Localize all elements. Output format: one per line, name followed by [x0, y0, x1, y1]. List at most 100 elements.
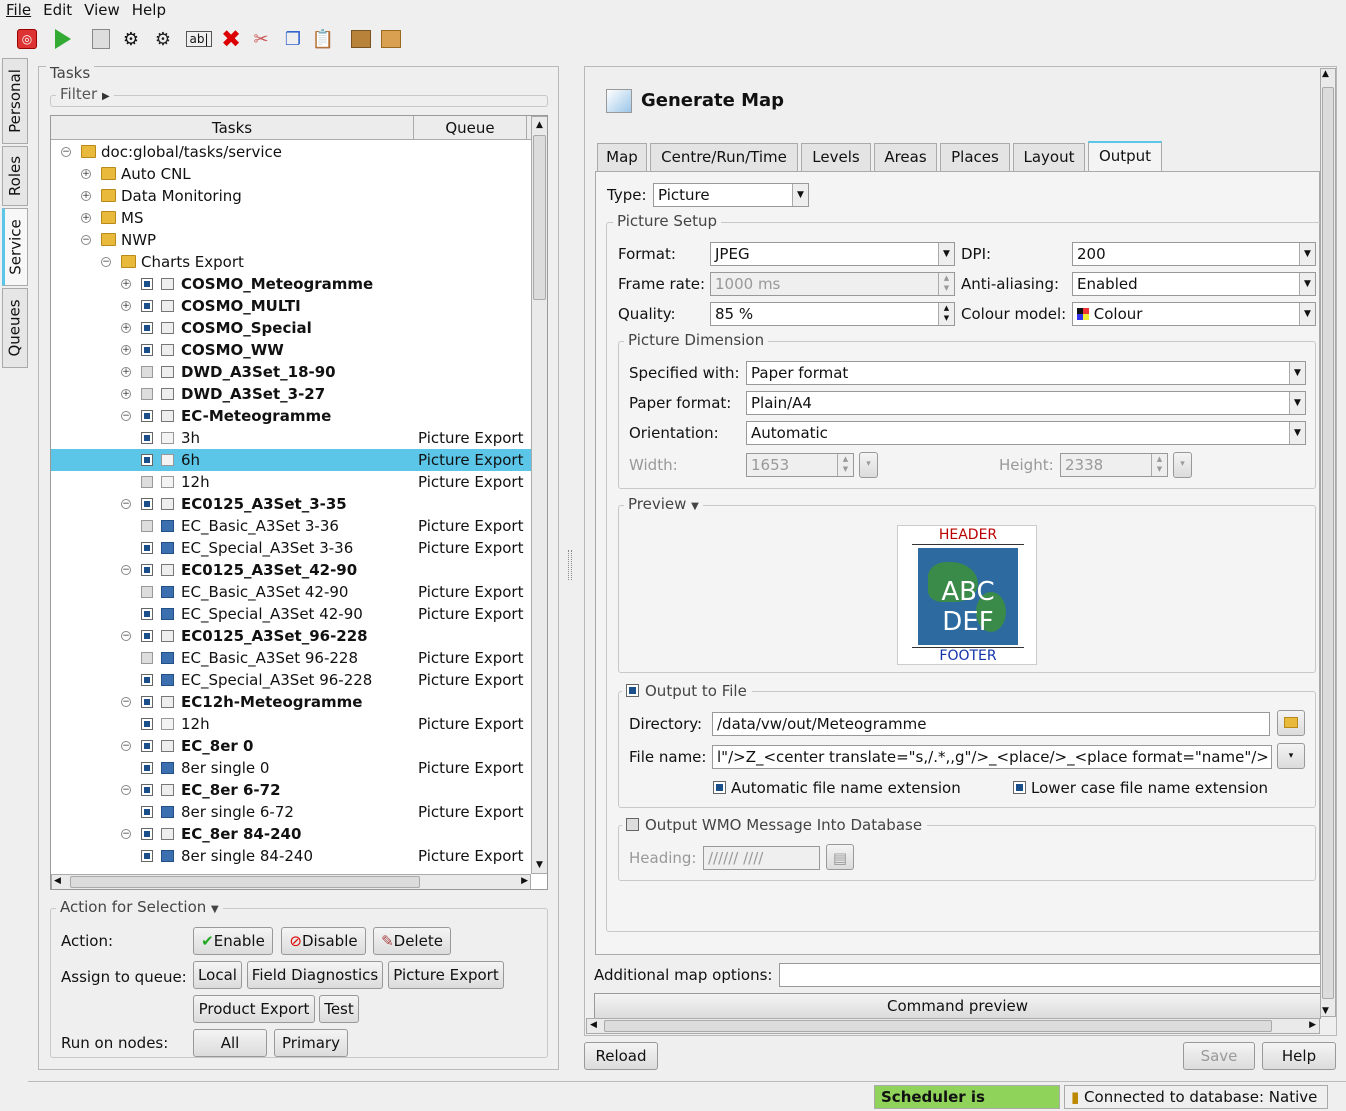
filename-options-button[interactable]: ▾ [1277, 743, 1305, 769]
splitter-handle[interactable] [568, 550, 572, 580]
tree-row[interactable]: − doc:global/tasks/service [51, 141, 531, 163]
sidetab-personal[interactable]: Personal [2, 58, 28, 144]
cut-icon[interactable]: ✂ [248, 26, 274, 52]
tree-vscrollbar[interactable]: ▲ ▼ [531, 116, 547, 874]
expand-icon[interactable]: − [61, 147, 71, 157]
tree-row[interactable]: − EC_8er 0 [51, 735, 531, 757]
expand-icon[interactable]: − [121, 697, 131, 707]
expand-icon[interactable]: + [81, 191, 91, 201]
specified-with-select[interactable]: Paper format ▼ [746, 361, 1306, 385]
expand-icon[interactable]: + [121, 345, 131, 355]
delete-icon[interactable]: ✖ [218, 25, 244, 53]
menu-help[interactable]: Help [126, 0, 172, 20]
quality-spinbox[interactable]: 85 % ▲ ▼ [710, 302, 955, 326]
editor-vscrollbar[interactable]: ▲ ▼ [1320, 68, 1336, 1017]
tree-row[interactable]: 8er single 6-72 Picture Export [51, 801, 531, 823]
menu-edit[interactable]: Edit [37, 0, 78, 20]
run-icon[interactable] [50, 26, 76, 52]
nodes-all-button[interactable]: All [193, 1029, 267, 1057]
tree-row-selected[interactable]: 6h Picture Export [51, 449, 531, 471]
task-checkbox[interactable] [141, 520, 153, 532]
nodes-primary-button[interactable]: Primary [274, 1029, 348, 1057]
task-checkbox[interactable] [141, 322, 153, 334]
task-checkbox[interactable] [141, 718, 153, 730]
tab-layout[interactable]: Layout [1013, 143, 1085, 171]
tree-row[interactable]: + Auto CNL [51, 163, 531, 185]
menu-file[interactable]: File [0, 0, 37, 20]
tab-places[interactable]: Places [940, 143, 1010, 171]
tree-row[interactable]: + COSMO_MULTI [51, 295, 531, 317]
add-task-icon[interactable]: ⚙ [150, 26, 176, 52]
colour-model-select[interactable]: Colour ▼ [1072, 302, 1316, 326]
expand-icon[interactable]: − [101, 257, 111, 267]
task-checkbox[interactable] [141, 608, 153, 620]
tree-row[interactable]: 3h Picture Export [51, 427, 531, 449]
rename-icon[interactable]: ab| [186, 26, 212, 52]
task-checkbox[interactable] [141, 652, 153, 664]
editor-hscrollbar[interactable]: ◀ ▶ [586, 1018, 1320, 1034]
properties-icon[interactable] [88, 26, 114, 52]
tree-row[interactable]: EC_Basic_A3Set 42-90 Picture Export [51, 581, 531, 603]
tree-row[interactable]: + DWD_A3Set_18-90 [51, 361, 531, 383]
preview-title[interactable]: Preview ▼ [624, 495, 703, 513]
task-checkbox[interactable] [141, 696, 153, 708]
orientation-select[interactable]: Automatic ▼ [746, 421, 1306, 445]
task-checkbox[interactable] [141, 784, 153, 796]
task-checkbox[interactable] [141, 278, 153, 290]
tab-areas[interactable]: Areas [874, 143, 937, 171]
task-checkbox[interactable] [141, 564, 153, 576]
enable-button[interactable]: ✔Enable [193, 927, 273, 955]
output-file-title[interactable]: Output to File [622, 681, 752, 701]
stop-icon[interactable]: ◎ [14, 26, 40, 52]
expand-icon[interactable]: + [121, 279, 131, 289]
tree-row[interactable]: − EC0125_A3Set_42-90 [51, 559, 531, 581]
task-tree[interactable]: Tasks Queue − doc:global/tasks/service + Au… [50, 115, 548, 890]
copy-icon[interactable]: ❐ [280, 26, 306, 52]
antialiasing-select[interactable]: Enabled ▼ [1072, 272, 1316, 296]
import-icon[interactable] [378, 26, 404, 52]
lower-extension-label[interactable]: Lower case file name extension [1031, 777, 1268, 799]
expand-icon[interactable]: − [121, 499, 131, 509]
delete-button[interactable]: ✎Delete [373, 927, 451, 955]
tree-row[interactable]: − EC0125_A3Set_96-228 [51, 625, 531, 647]
expand-icon[interactable]: + [121, 301, 131, 311]
command-preview-button[interactable]: Command preview [594, 993, 1321, 1019]
expand-icon[interactable]: − [81, 235, 91, 245]
task-checkbox[interactable] [141, 806, 153, 818]
help-button[interactable]: Help [1262, 1042, 1336, 1070]
tree-row[interactable]: 8er single 84-240 Picture Export [51, 845, 531, 867]
sidetab-service[interactable]: Service [2, 208, 28, 286]
col-tasks-header[interactable]: Tasks [51, 116, 414, 140]
task-checkbox[interactable] [141, 542, 153, 554]
task-checkbox[interactable] [141, 388, 153, 400]
task-checkbox[interactable] [141, 586, 153, 598]
expand-icon[interactable]: − [121, 565, 131, 575]
task-checkbox[interactable] [141, 454, 153, 466]
format-select[interactable]: JPEG ▼ [710, 242, 955, 266]
additional-options-input[interactable] [779, 963, 1321, 987]
directory-input[interactable]: /data/vw/out/Meteogramme [712, 712, 1270, 736]
expand-icon[interactable]: + [121, 389, 131, 399]
task-checkbox[interactable] [141, 674, 153, 686]
task-checkbox[interactable] [141, 740, 153, 752]
sidetab-roles[interactable]: Roles [2, 146, 28, 206]
task-checkbox[interactable] [141, 344, 153, 356]
tree-row[interactable]: − EC_8er 84-240 [51, 823, 531, 845]
queue-product-export-button[interactable]: Product Export [193, 995, 315, 1023]
tree-row[interactable]: − NWP [51, 229, 531, 251]
task-checkbox[interactable] [141, 366, 153, 378]
browse-folder-button[interactable] [1277, 710, 1305, 736]
spin-icon[interactable]: ▲ ▼ [938, 303, 954, 325]
filter-toggle[interactable]: Filter ▶ [56, 85, 114, 103]
tree-row[interactable]: − EC12h-Meteogramme [51, 691, 531, 713]
tree-row[interactable]: − EC-Meteogramme [51, 405, 531, 427]
tree-row[interactable]: EC_Basic_A3Set 3-36 Picture Export [51, 515, 531, 537]
menu-view[interactable]: View [78, 0, 126, 20]
tree-row[interactable]: EC_Special_A3Set 3-36 Picture Export [51, 537, 531, 559]
settings-icon[interactable]: ⚙ [118, 26, 144, 52]
tree-row[interactable]: + COSMO_Meteogramme [51, 273, 531, 295]
output-file-checkbox[interactable] [626, 684, 639, 697]
tree-row[interactable]: + Data Monitoring [51, 185, 531, 207]
wmo-title[interactable]: Output WMO Message Into Database [622, 815, 927, 835]
lower-extension-checkbox[interactable] [1013, 781, 1026, 794]
